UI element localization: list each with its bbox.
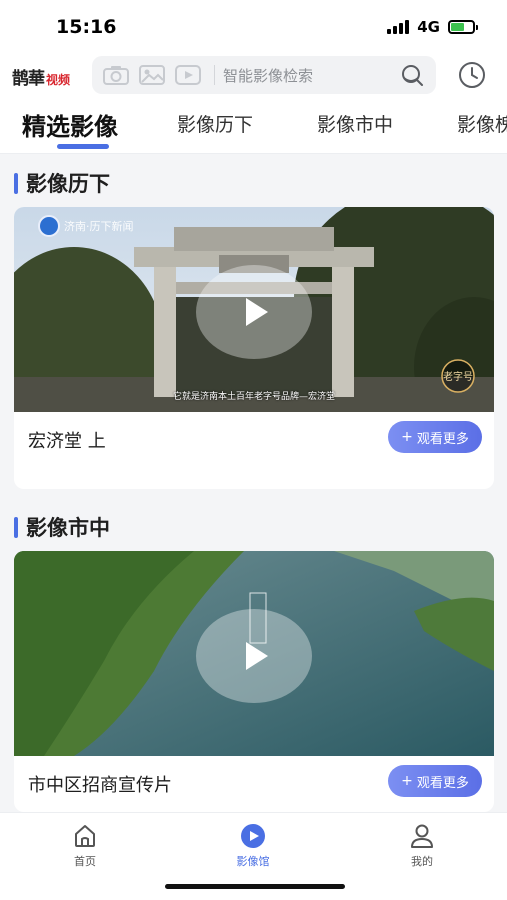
battery-icon bbox=[448, 20, 478, 34]
network-type: 4G bbox=[417, 18, 440, 36]
app-logo: 鹊華 视频 bbox=[12, 64, 70, 89]
channel-logo-icon bbox=[38, 215, 60, 237]
tab-shizhong[interactable]: 影像市中 bbox=[317, 110, 393, 137]
nav-label: 首页 bbox=[74, 855, 96, 868]
play-button[interactable] bbox=[196, 609, 312, 703]
tab-huaiyin[interactable]: 影像槐荫 bbox=[457, 110, 507, 137]
watermark-text: 济南·历下新闻 bbox=[64, 220, 134, 233]
app-header: 鹊華 视频 智能影像检索 bbox=[0, 52, 507, 98]
section-accent-bar bbox=[14, 516, 18, 538]
view-more-button[interactable]: + 观看更多 bbox=[388, 765, 482, 797]
play-circle-icon bbox=[241, 824, 265, 848]
view-more-label: 观看更多 bbox=[416, 431, 469, 447]
view-more-label: 观看更多 bbox=[416, 775, 469, 791]
section-accent-bar bbox=[14, 172, 18, 194]
video-card-shizhong[interactable]: 市中区招商宣传片 + 观看更多 bbox=[14, 551, 494, 812]
status-indicators: 4G bbox=[387, 18, 478, 36]
video-title[interactable]: 宏济堂 上 bbox=[28, 427, 106, 453]
logo-main: 鹊華 bbox=[12, 69, 45, 89]
video-icon[interactable] bbox=[174, 65, 202, 85]
status-bar: 15:16 4G bbox=[0, 0, 507, 52]
nav-label: 影像馆 bbox=[236, 855, 270, 868]
play-button[interactable] bbox=[196, 265, 312, 359]
image-icon[interactable] bbox=[138, 65, 166, 85]
status-time: 15:16 bbox=[56, 16, 117, 38]
video-subtitle: 它就是济南本土百年老字号品牌—宏济堂 bbox=[172, 392, 335, 402]
section-title-shizhong: 影像市中 bbox=[14, 512, 110, 542]
section-title-text: 影像历下 bbox=[26, 172, 110, 196]
history-icon[interactable] bbox=[457, 60, 487, 90]
section-title-text: 影像市中 bbox=[26, 516, 110, 540]
battery-level bbox=[451, 23, 464, 31]
plus-icon: + bbox=[401, 773, 413, 789]
logo-sub: 视频 bbox=[46, 73, 71, 87]
search-icon[interactable] bbox=[400, 64, 424, 86]
view-more-button[interactable]: + 观看更多 bbox=[388, 421, 482, 453]
signal-icon bbox=[387, 20, 410, 34]
video-title[interactable]: 市中区招商宣传片 bbox=[28, 771, 172, 797]
search-bar[interactable]: 智能影像检索 bbox=[92, 56, 436, 94]
category-tabs: 精选影像 影像历下 影像市中 影像槐荫 bbox=[0, 98, 507, 154]
brand-seal-icon: 老字号 bbox=[441, 359, 475, 393]
play-icon bbox=[246, 642, 268, 670]
nav-gallery[interactable]: 影像馆 bbox=[213, 823, 293, 869]
video-card-lixia[interactable]: 济南·历下新闻 它就是济南本土百年老字号品牌—宏济堂 老字号 宏济堂 上 + 观… bbox=[14, 207, 494, 489]
home-icon bbox=[75, 825, 95, 847]
nav-label: 我的 bbox=[411, 855, 433, 868]
play-icon bbox=[246, 298, 268, 326]
nav-profile[interactable]: 我的 bbox=[382, 823, 462, 869]
video-thumbnail[interactable]: 济南·历下新闻 它就是济南本土百年老字号品牌—宏济堂 老字号 bbox=[14, 207, 494, 412]
plus-icon: + bbox=[401, 429, 413, 445]
channel-watermark: 济南·历下新闻 bbox=[38, 215, 134, 237]
nav-home[interactable]: 首页 bbox=[45, 823, 125, 869]
camera-icon[interactable] bbox=[102, 65, 130, 85]
section-title-lixia: 影像历下 bbox=[14, 168, 110, 198]
user-icon bbox=[411, 824, 433, 848]
tab-featured[interactable]: 精选影像 bbox=[22, 107, 118, 142]
tab-lixia[interactable]: 影像历下 bbox=[177, 110, 253, 137]
video-thumbnail[interactable] bbox=[14, 551, 494, 756]
active-tab-indicator bbox=[57, 144, 109, 149]
svg-text:老字号: 老字号 bbox=[443, 370, 473, 383]
home-indicator bbox=[165, 884, 345, 889]
search-divider bbox=[214, 65, 215, 85]
